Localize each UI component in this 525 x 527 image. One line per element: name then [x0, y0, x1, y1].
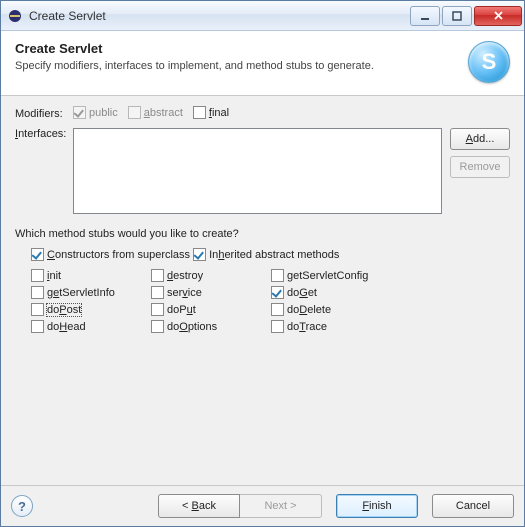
checkbox-service-label: service	[167, 287, 202, 299]
checkbox-icon	[73, 106, 86, 119]
checkbox-icon	[151, 269, 164, 282]
checkbox-service[interactable]: service	[151, 286, 271, 299]
dialog-footer: ? < Back Next > Finish Cancel	[1, 485, 524, 526]
checkbox-icon	[271, 320, 284, 333]
checkbox-doHead[interactable]: doHead	[31, 320, 151, 333]
checkbox-doGet[interactable]: doGet	[271, 286, 411, 299]
checkbox-icon	[31, 320, 44, 333]
modifier-final-text: final	[209, 107, 229, 119]
checkbox-doTrace-label: doTrace	[287, 321, 327, 333]
checkbox-getServletInfo[interactable]: getServletInfo	[31, 286, 151, 299]
checkbox-doGet-label: doGet	[287, 287, 317, 299]
checkbox-inherited[interactable]: Inherited abstract methods	[193, 248, 339, 261]
checkbox-destroy[interactable]: destroy	[151, 269, 271, 282]
page-description: Specify modifiers, interfaces to impleme…	[15, 60, 460, 72]
checkbox-inherited-label: Inherited abstract methods	[209, 249, 339, 261]
modifier-final[interactable]: final	[193, 106, 229, 119]
page-title: Create Servlet	[15, 41, 460, 56]
add-button[interactable]: Add...	[450, 128, 510, 150]
checkbox-icon	[193, 106, 206, 119]
checkbox-destroy-label: destroy	[167, 270, 203, 282]
window-buttons	[410, 6, 522, 26]
checkbox-icon	[151, 303, 164, 316]
modifier-public: public	[73, 106, 118, 119]
checkbox-icon	[31, 286, 44, 299]
checkbox-doPut[interactable]: doPut	[151, 303, 271, 316]
modifiers-label: Modifiers:	[15, 106, 73, 120]
checkbox-icon	[271, 303, 284, 316]
interfaces-list[interactable]	[73, 128, 442, 214]
modifier-public-text: public	[89, 107, 118, 119]
checkbox-constructors[interactable]: Constructors from superclass	[31, 248, 190, 261]
checkbox-doPost-label: doPost	[47, 304, 81, 316]
checkbox-icon	[31, 269, 44, 282]
dialog-body: Modifiers: public abstract final Interfa…	[1, 96, 524, 485]
titlebar[interactable]: Create Servlet	[1, 1, 524, 31]
modifiers-row: Modifiers: public abstract final	[15, 106, 510, 120]
method-stub-grid: init destroy getServletConfig getServletInf…	[31, 269, 510, 333]
checkbox-icon	[193, 248, 206, 261]
servlet-icon: S	[468, 41, 510, 83]
interfaces-label: Interfaces:	[15, 128, 73, 140]
minimize-button[interactable]	[410, 6, 440, 26]
cancel-button[interactable]: Cancel	[432, 494, 514, 518]
checkbox-constructors-label: Constructors from superclass	[47, 249, 190, 261]
modifier-abstract: abstract	[128, 106, 183, 119]
checkbox-icon	[31, 303, 44, 316]
checkbox-doOptions[interactable]: doOptions	[151, 320, 271, 333]
checkbox-icon	[151, 320, 164, 333]
checkbox-doPost[interactable]: doPost	[31, 303, 151, 316]
checkbox-icon	[128, 106, 141, 119]
checkbox-icon	[271, 269, 284, 282]
checkbox-doDelete[interactable]: doDelete	[271, 303, 411, 316]
checkbox-getServletConfig-label: getServletConfig	[287, 270, 368, 282]
checkbox-icon	[271, 286, 284, 299]
wizard-header: Create Servlet Specify modifiers, interf…	[1, 31, 524, 96]
window-title: Create Servlet	[29, 9, 410, 23]
modifier-abstract-text: abstract	[144, 107, 183, 119]
checkbox-init-label: init	[47, 270, 61, 282]
close-button[interactable]	[474, 6, 522, 26]
stubs-question: Which method stubs would you like to cre…	[15, 228, 510, 240]
checkbox-getServletInfo-label: getServletInfo	[47, 287, 115, 299]
maximize-button[interactable]	[442, 6, 472, 26]
finish-button[interactable]: Finish	[336, 494, 418, 518]
app-icon	[7, 8, 23, 24]
checkbox-doOptions-label: doOptions	[167, 321, 217, 333]
interfaces-row: Interfaces: Add... Remove	[15, 128, 510, 214]
checkbox-init[interactable]: init	[31, 269, 151, 282]
next-button: Next >	[240, 494, 322, 518]
checkbox-doPut-label: doPut	[167, 304, 196, 316]
back-button[interactable]: < Back	[158, 494, 240, 518]
checkbox-doHead-label: doHead	[47, 321, 86, 333]
checkbox-icon	[151, 286, 164, 299]
checkbox-icon	[31, 248, 44, 261]
dialog-window: Create Servlet Create Servlet Specify mo…	[0, 0, 525, 527]
checkbox-getServletConfig[interactable]: getServletConfig	[271, 269, 411, 282]
remove-button: Remove	[450, 156, 510, 178]
checkbox-doTrace[interactable]: doTrace	[271, 320, 411, 333]
help-button[interactable]: ?	[11, 495, 33, 517]
checkbox-doDelete-label: doDelete	[287, 304, 331, 316]
